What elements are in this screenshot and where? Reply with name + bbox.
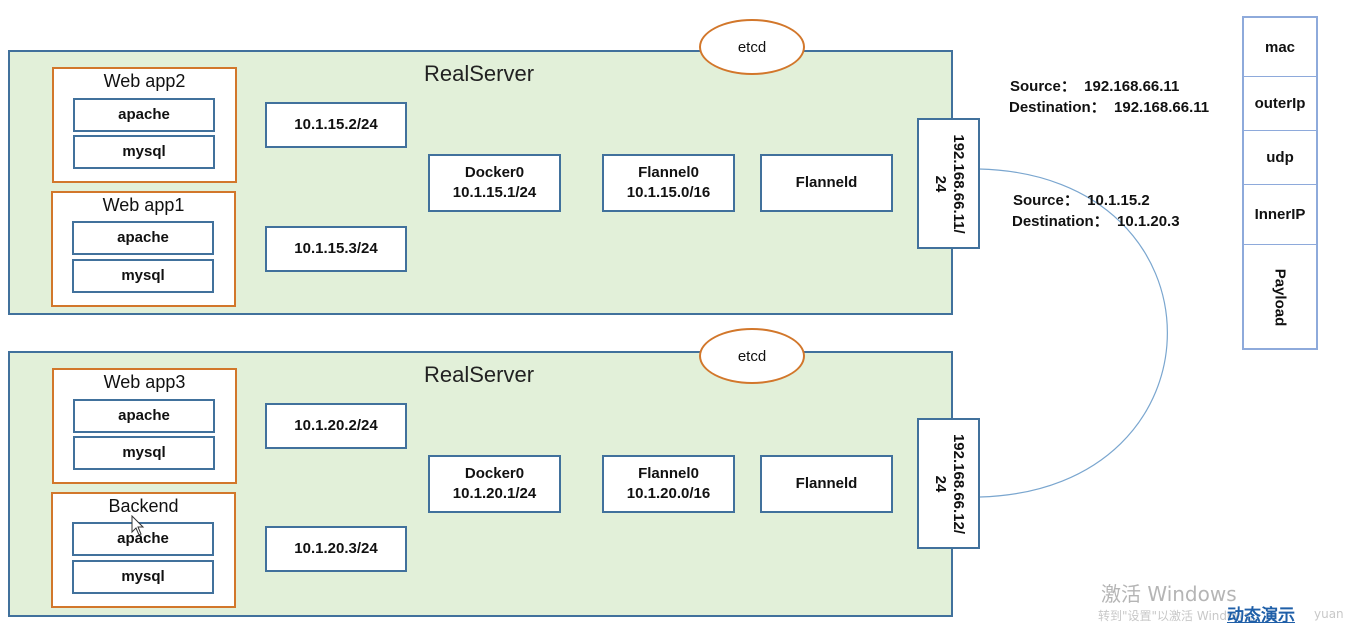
app-title: Backend [108, 496, 179, 516]
flannel0-name: Flannel0 [638, 164, 699, 181]
mouse-cursor-icon [131, 515, 145, 536]
docker0-ip: 10.1.20.1/24 [452, 485, 537, 502]
flannel0-interface[interactable]: Flannel0 10.1.20.0/16 [602, 455, 735, 513]
packet-structure: mac outerIp udp InnerIP Payload [1242, 16, 1318, 350]
veth-ip[interactable]: 10.1.20.3/24 [265, 526, 407, 572]
service-apache[interactable]: apache [73, 98, 215, 132]
nic-ip-line1: 192.168.66.12/ [949, 433, 967, 534]
flanneld-daemon[interactable]: Flanneld [760, 154, 893, 212]
nic-ip-line1: 192.168.66.11/ [949, 133, 967, 234]
flannel0-ip: 10.1.15.0/16 [626, 184, 711, 201]
outer-source-label: Source： 192.168.66.11 [1010, 78, 1180, 95]
docker0-name: Docker0 [464, 164, 525, 181]
inner-source-label: Source： 10.1.15.2 [1013, 192, 1150, 209]
nic-eth0[interactable]: 192.168.66.11/ 24 [917, 118, 980, 249]
flanneld-daemon[interactable]: Flanneld [760, 455, 893, 513]
service-mysql[interactable]: mysql [72, 560, 214, 594]
app-title: Web app3 [103, 372, 186, 392]
packet-field-mac: mac [1244, 18, 1316, 77]
docker0-ip: 10.1.15.1/24 [452, 184, 537, 201]
service-apache[interactable]: apache [72, 221, 214, 255]
veth-ip[interactable]: 10.1.15.2/24 [265, 102, 407, 148]
nic-eth0[interactable]: 192.168.66.12/ 24 [917, 418, 980, 549]
nic-ip-line2: 24 [931, 175, 949, 192]
payload-text: Payload [1271, 268, 1289, 326]
inner-destination-label: Destination： 10.1.20.3 [1012, 213, 1180, 230]
nic-ip: 192.168.66.12/ 24 [931, 433, 967, 533]
nic-ip: 192.168.66.11/ 24 [931, 134, 967, 233]
watermark-tail: yuan [1314, 607, 1344, 621]
outer-destination-label: Destination： 192.168.66.11 [1009, 99, 1210, 116]
windows-activation-title: 激活 Windows [1101, 582, 1237, 606]
etcd-node[interactable]: etcd [699, 328, 805, 384]
service-mysql[interactable]: mysql [73, 436, 215, 470]
packet-field-innerip: InnerIP [1244, 184, 1316, 245]
docker0-bridge[interactable]: Docker0 10.1.15.1/24 [428, 154, 561, 212]
packet-field-outerip: outerIp [1244, 76, 1316, 131]
app-title: Web app2 [103, 71, 186, 91]
veth-ip[interactable]: 10.1.20.2/24 [265, 403, 407, 449]
etcd-node[interactable]: etcd [699, 19, 805, 75]
service-mysql[interactable]: mysql [72, 259, 214, 293]
service-mysql[interactable]: mysql [73, 135, 215, 169]
flannel0-interface[interactable]: Flannel0 10.1.15.0/16 [602, 154, 735, 212]
realserver-1-title: RealServer [424, 61, 535, 86]
packet-field-payload: Payload [1244, 244, 1316, 350]
flannel0-name: Flannel0 [638, 465, 699, 482]
docker0-bridge[interactable]: Docker0 10.1.20.1/24 [428, 455, 561, 513]
veth-ip[interactable]: 10.1.15.3/24 [265, 226, 407, 272]
nic-ip-line2: 24 [931, 475, 949, 492]
flannel0-ip: 10.1.20.0/16 [626, 485, 711, 502]
app-title: Web app1 [102, 195, 185, 215]
realserver-2-title: RealServer [424, 362, 535, 387]
service-apache[interactable]: apache [73, 399, 215, 433]
demo-link[interactable]: 动态演示 [1227, 601, 1295, 626]
packet-field-udp: udp [1244, 130, 1316, 185]
docker0-name: Docker0 [464, 465, 525, 482]
